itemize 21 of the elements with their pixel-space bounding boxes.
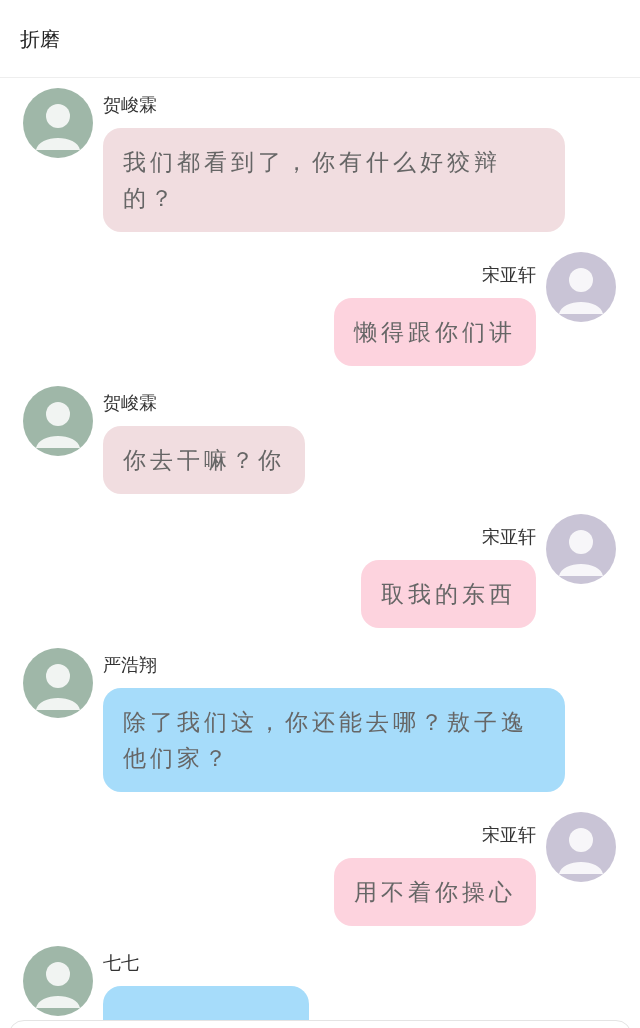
message-bubble: 你去干嘛？你	[103, 426, 305, 494]
message-bubble: 我们都看到了，你有什么好狡辩的？	[103, 128, 565, 232]
sender-name: 宋亚轩	[482, 264, 536, 286]
message-bubble: 用不着你操心	[334, 858, 536, 926]
message-bubble: 取我的东西	[361, 560, 536, 628]
avatar-icon	[546, 514, 616, 584]
sender-name: 贺峻霖	[103, 94, 157, 116]
avatar-icon	[23, 648, 93, 718]
message-bubble: 除了我们这，你还能去哪？敖子逸他们家？	[103, 688, 565, 792]
avatar-icon	[23, 946, 93, 1016]
avatar-icon	[546, 812, 616, 882]
avatar-icon	[23, 88, 93, 158]
chat-title: 折磨	[20, 25, 60, 53]
sender-name: 贺峻霖	[103, 392, 157, 414]
sender-name: 严浩翔	[103, 654, 157, 676]
avatar-icon	[23, 386, 93, 456]
avatar-icon	[546, 252, 616, 322]
sender-name: 宋亚轩	[482, 824, 536, 846]
sender-name: 七七	[103, 952, 139, 974]
sender-name: 宋亚轩	[482, 526, 536, 548]
message-bubble: 懒得跟你们讲	[334, 298, 536, 366]
